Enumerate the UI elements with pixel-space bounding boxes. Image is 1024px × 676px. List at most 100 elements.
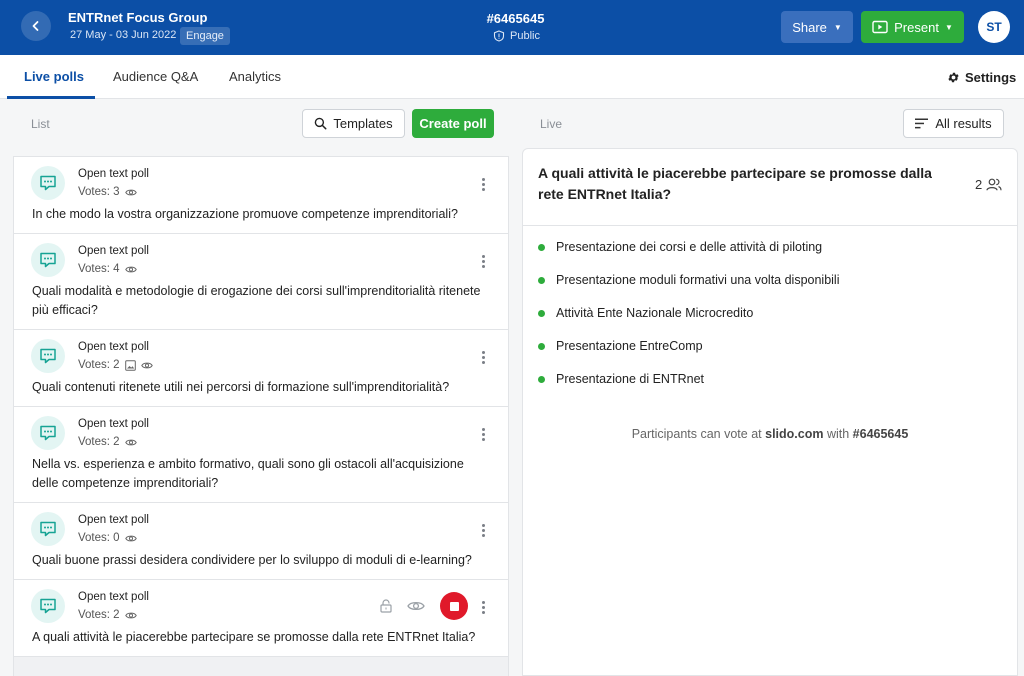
visibility-text: Public xyxy=(510,30,540,42)
vote-instructions: Participants can vote at slido.com with … xyxy=(523,427,1017,441)
tab-live-polls[interactable]: Live polls xyxy=(24,55,84,99)
live-section-label: Live xyxy=(540,117,563,131)
create-poll-button[interactable]: Create poll xyxy=(412,109,494,138)
participant-count-value: 2 xyxy=(975,177,983,192)
chat-icon xyxy=(31,589,65,623)
stop-icon xyxy=(449,601,459,611)
all-results-button[interactable]: All results xyxy=(903,109,1004,138)
poll-type: Open text poll xyxy=(78,245,149,257)
tab-bar: Live polls Audience Q&A Analytics Settin… xyxy=(0,55,1024,99)
poll-option: Presentazione moduli formativi una volta… xyxy=(538,273,839,287)
poll-item[interactable]: Open text poll Votes: 2 Quali contenuti … xyxy=(14,330,508,407)
poll-item[interactable]: Open text poll Votes: 4 Quali modalità e… xyxy=(14,234,508,330)
vote-note-code: #6465645 xyxy=(852,427,909,441)
mode-badge: Engage xyxy=(180,27,230,45)
option-bullet xyxy=(538,309,545,317)
option-bullet xyxy=(538,375,545,383)
poll-votes-text: Votes: 2 xyxy=(78,359,120,371)
templates-label: Templates xyxy=(333,116,393,131)
chat-icon xyxy=(31,512,65,546)
eye-icon xyxy=(124,535,137,541)
poll-type: Open text poll xyxy=(78,591,149,603)
poll-item[interactable]: Open text poll Votes: 2 Nella vs. esperi… xyxy=(14,407,508,503)
option-bullet xyxy=(538,276,545,284)
eye-icon xyxy=(124,189,137,195)
live-poll-panel: A quali attività le piacerebbe partecipa… xyxy=(522,148,1018,676)
more-options-icon[interactable] xyxy=(476,598,490,616)
poll-votes-text: Votes: 2 xyxy=(78,609,120,621)
more-options-icon[interactable] xyxy=(476,521,490,539)
tab-analytics[interactable]: Analytics xyxy=(229,55,281,99)
share-label: Share xyxy=(792,19,827,35)
poll-type: Open text poll xyxy=(78,514,149,526)
poll-option: Presentazione di ENTRnet xyxy=(538,372,704,386)
caret-down-icon: ▼ xyxy=(944,22,953,32)
poll-votes: Votes: 2 xyxy=(78,359,153,371)
poll-item[interactable]: Open text poll Votes: 0 Quali buone pras… xyxy=(14,503,508,580)
eye-icon[interactable] xyxy=(407,600,425,612)
eye-icon xyxy=(140,362,153,368)
more-options-icon[interactable] xyxy=(476,425,490,443)
poll-question: A quali attività le piacerebbe partecipa… xyxy=(32,630,476,644)
poll-question: In che modo la vostra organizzazione pro… xyxy=(32,207,458,221)
poll-votes-text: Votes: 3 xyxy=(78,186,120,198)
poll-votes: Votes: 4 xyxy=(78,263,137,275)
more-options-icon[interactable] xyxy=(476,175,490,193)
event-dates: 27 May - 03 Jun 2022 xyxy=(70,29,177,41)
share-button[interactable]: Share ▼ xyxy=(781,11,853,43)
option-label: Presentazione moduli formativi una volta… xyxy=(556,273,840,287)
tab-audience-qa[interactable]: Audience Q&A xyxy=(113,55,198,99)
vote-note-site: slido.com xyxy=(765,427,824,441)
poll-question: Quali contenuti ritenete utili nei perco… xyxy=(32,380,450,394)
templates-button[interactable]: Templates xyxy=(302,109,405,138)
poll-option: Attività Ente Nazionale Microcredito xyxy=(538,306,753,320)
poll-item[interactable]: Open text poll Votes: 3 In che modo la v… xyxy=(14,157,508,234)
more-options-icon[interactable] xyxy=(476,348,490,366)
poll-question: Quali buone prassi desidera condividere … xyxy=(32,553,472,567)
present-icon xyxy=(872,20,888,34)
stop-poll-button[interactable] xyxy=(440,592,468,620)
user-avatar[interactable]: ST xyxy=(978,11,1010,43)
present-button[interactable]: Present ▼ xyxy=(861,11,964,43)
shield-icon xyxy=(493,30,505,42)
divider xyxy=(523,225,1017,226)
top-header: ENTRnet Focus Group 27 May - 03 Jun 2022… xyxy=(0,0,1024,55)
settings-button[interactable]: Settings xyxy=(947,55,1016,99)
chat-icon xyxy=(31,243,65,277)
option-label: Presentazione EntreComp xyxy=(556,339,703,353)
poll-item-live[interactable]: Open text poll Votes: 2 A quali attività… xyxy=(14,580,508,657)
all-results-label: All results xyxy=(935,116,992,131)
poll-votes: Votes: 0 xyxy=(78,532,137,544)
chat-icon xyxy=(31,416,65,450)
caret-down-icon: ▼ xyxy=(833,22,842,32)
settings-label: Settings xyxy=(965,69,1017,85)
list-section-label: List xyxy=(31,117,50,131)
option-label: Attività Ente Nazionale Microcredito xyxy=(556,306,754,320)
chat-icon xyxy=(31,166,65,200)
poll-votes-text: Votes: 4 xyxy=(78,263,120,275)
participant-count: 2 xyxy=(975,177,1002,192)
participants-icon xyxy=(986,178,1002,191)
poll-votes: Votes: 2 xyxy=(78,609,137,621)
poll-question: Nella vs. esperienza e ambito formativo,… xyxy=(32,457,464,490)
lock-icon[interactable] xyxy=(380,599,392,613)
poll-option: Presentazione dei corsi e delle attività… xyxy=(538,240,822,254)
poll-votes: Votes: 2 xyxy=(78,436,137,448)
chat-icon xyxy=(31,339,65,373)
poll-row-actions xyxy=(380,592,468,620)
vote-note-prefix: Participants can vote at xyxy=(631,427,762,441)
more-options-icon[interactable] xyxy=(476,252,490,270)
poll-list: Open text poll Votes: 3 In che modo la v… xyxy=(13,156,509,676)
poll-votes-text: Votes: 0 xyxy=(78,532,120,544)
list-filter-icon xyxy=(915,118,929,129)
poll-question: Quali modalità e metodologie di erogazio… xyxy=(32,284,481,317)
live-poll-title: A quali attività le piacerebbe partecipa… xyxy=(538,165,932,202)
eye-icon xyxy=(124,439,137,445)
option-label: Presentazione dei corsi e delle attività… xyxy=(556,240,823,254)
gear-icon xyxy=(948,72,959,82)
poll-type: Open text poll xyxy=(78,341,149,353)
image-icon xyxy=(124,359,136,371)
active-tab-indicator xyxy=(7,96,95,99)
option-bullet xyxy=(538,243,545,251)
option-bullet xyxy=(538,342,545,350)
